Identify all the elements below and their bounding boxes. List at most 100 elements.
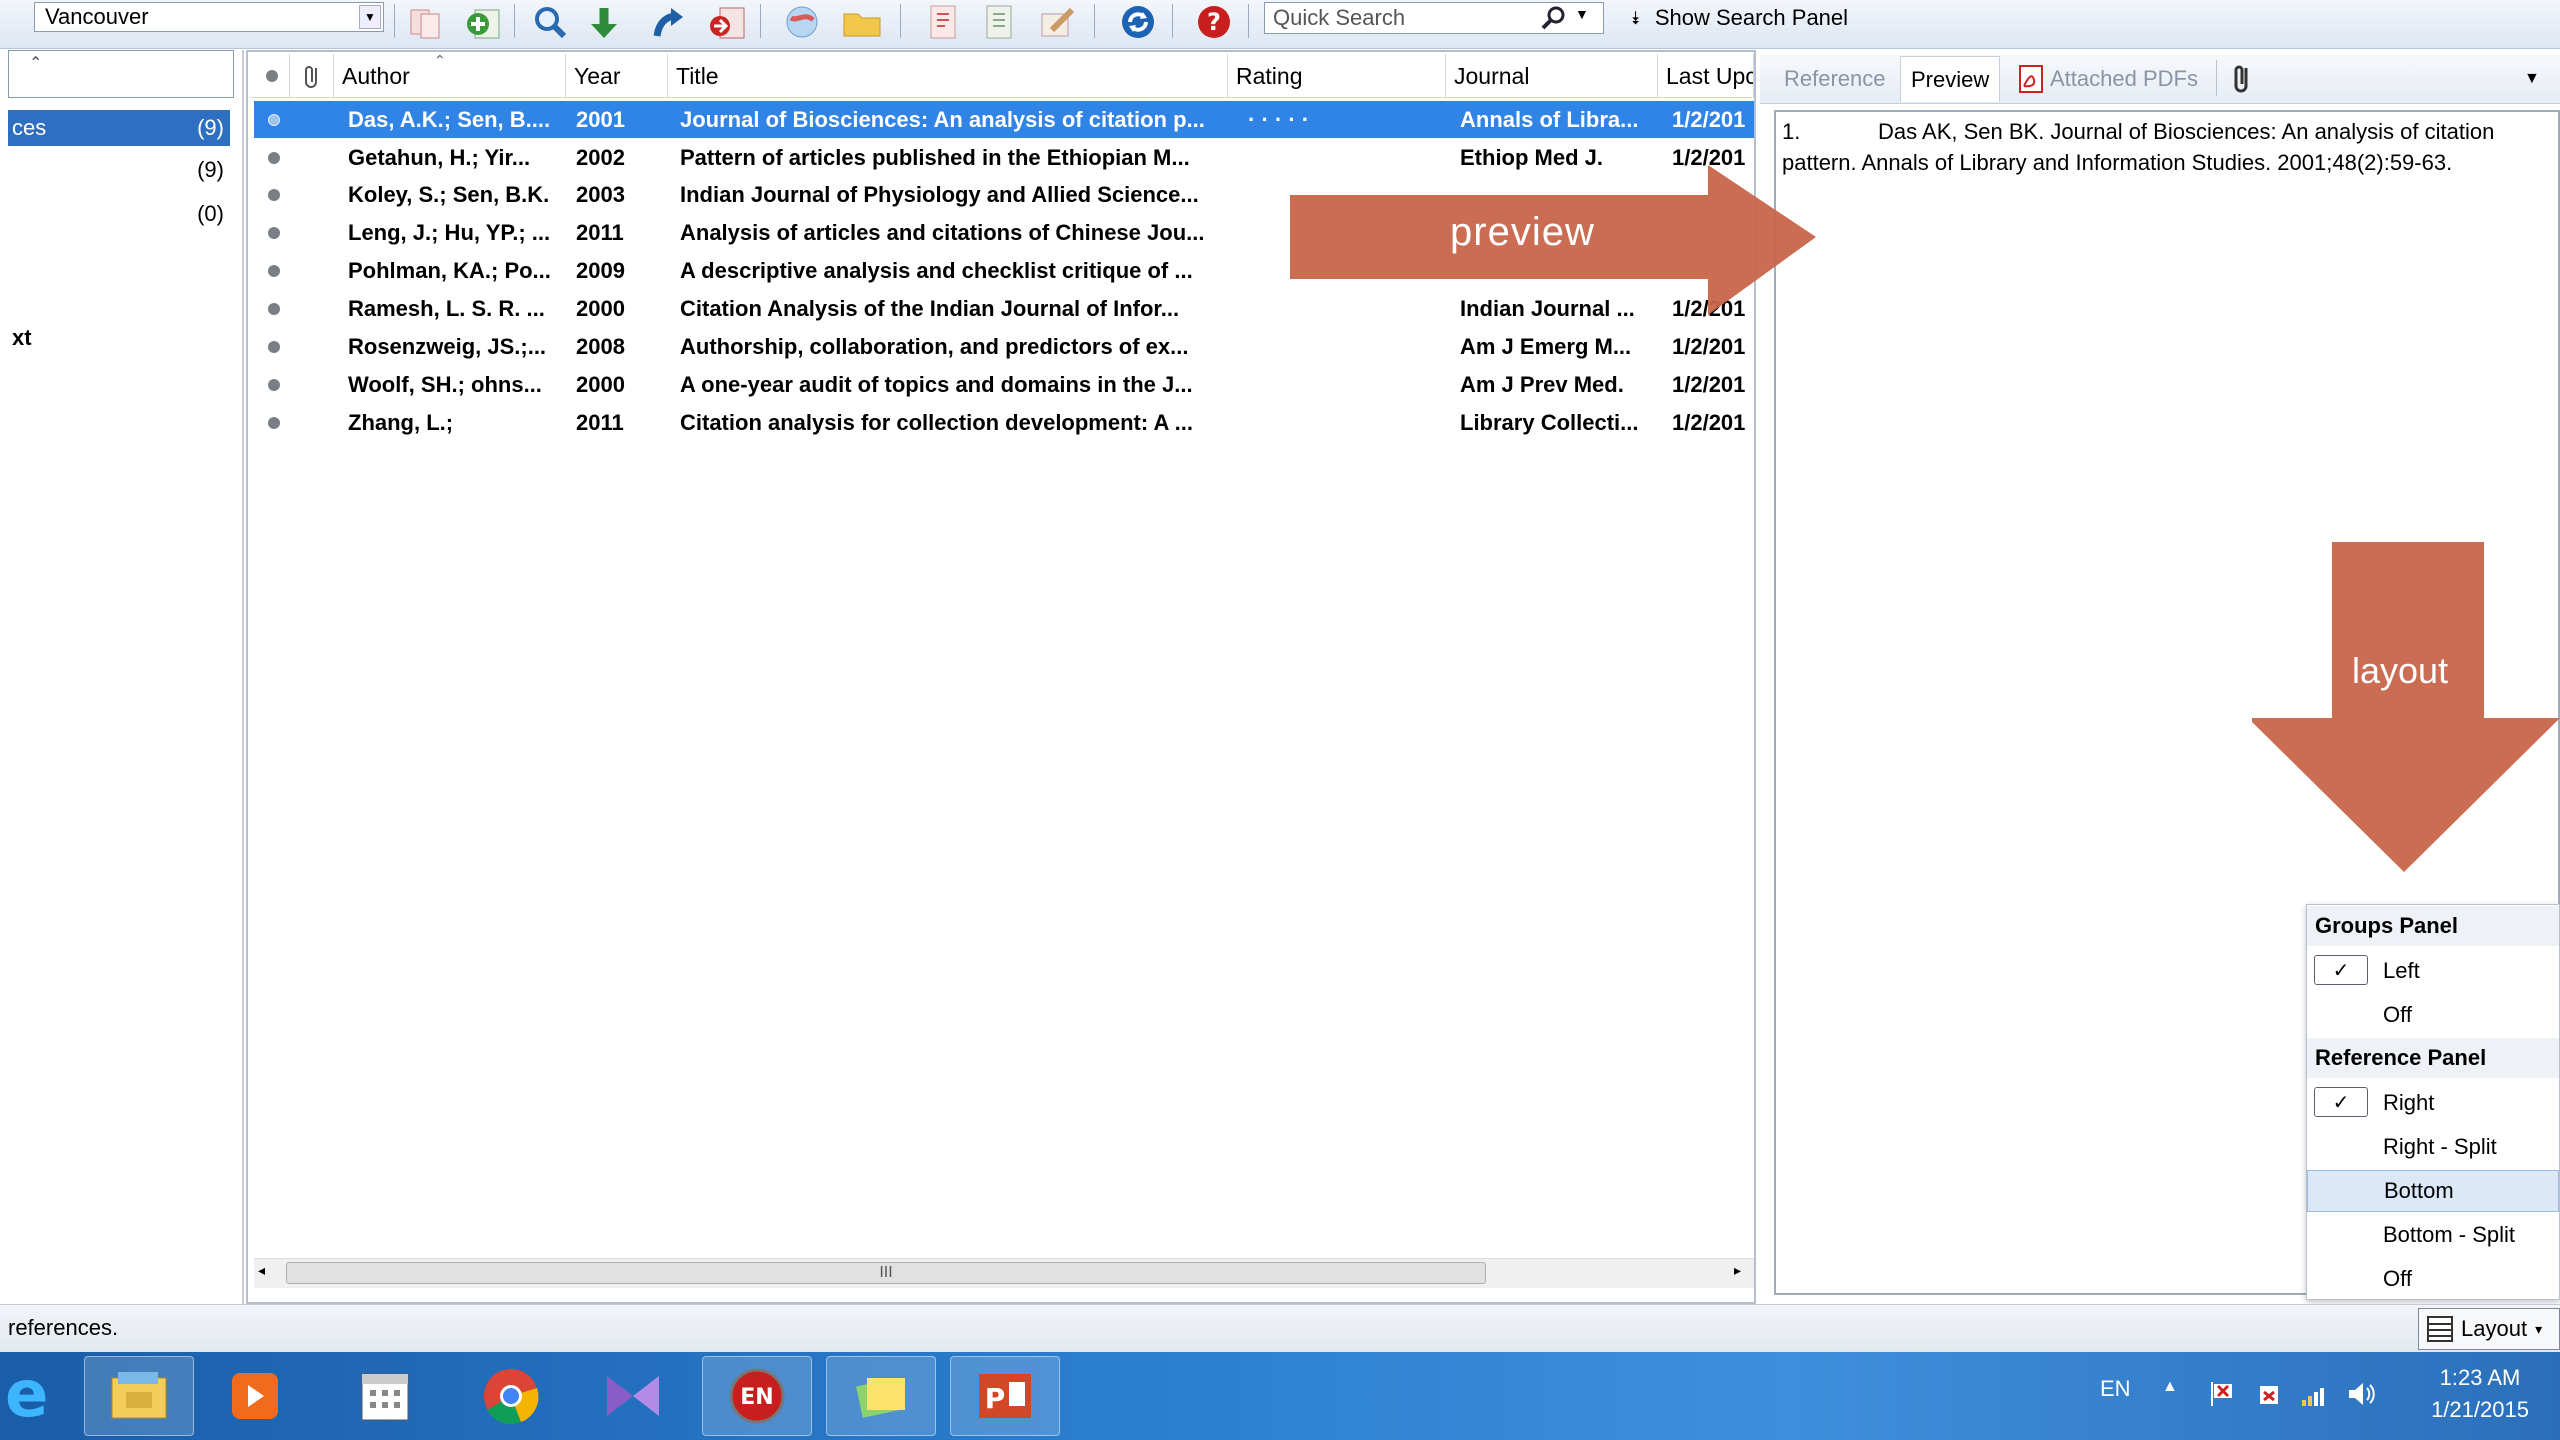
folder-icon[interactable] xyxy=(840,2,884,42)
edit-icon[interactable] xyxy=(1036,2,1080,42)
rating-cell[interactable] xyxy=(1248,404,1448,441)
preview-number: 1. xyxy=(1782,119,1801,144)
table-row[interactable]: Rosenzweig, JS.;... 2008 Authorship, col… xyxy=(254,328,1754,365)
group-trash[interactable]: (0) xyxy=(8,196,230,232)
year-cell: 2009 xyxy=(576,257,625,283)
search-icon[interactable] xyxy=(1540,4,1570,32)
scroll-right-icon[interactable]: ▸ xyxy=(1734,1262,1741,1279)
title-column-header[interactable]: Title xyxy=(668,54,1228,98)
copy-icon[interactable] xyxy=(404,2,448,42)
panel-menu-dropdown-icon[interactable]: ▼ xyxy=(2524,70,2540,88)
table-row[interactable]: Das, A.K.; Sen, B.... 2001 Journal of Bi… xyxy=(254,101,1754,138)
menu-item-reference-off[interactable]: Off xyxy=(2307,1258,2559,1300)
online-search-icon[interactable] xyxy=(528,2,572,42)
read-status-icon xyxy=(268,226,280,239)
group-unfiled[interactable]: (9) xyxy=(8,152,230,188)
layout-button-label: Layout xyxy=(2461,1316,2528,1341)
menu-groups-panel-header: Groups Panel xyxy=(2307,906,2559,946)
menu-item-groups-off[interactable]: Off xyxy=(2307,994,2559,1036)
scrollbar-thumb[interactable]: III xyxy=(286,1262,1486,1284)
attachment-column-header[interactable] xyxy=(290,54,334,98)
powerpoint-icon[interactable]: P xyxy=(950,1356,1060,1436)
paperclip-icon[interactable] xyxy=(2230,60,2254,102)
last-updated-column-header[interactable]: Last Upc xyxy=(1658,54,1754,98)
layout-button[interactable]: Layout ▾ xyxy=(2418,1308,2560,1350)
double-chevron-down-icon: ⯯ xyxy=(1630,7,1641,28)
read-status-icon xyxy=(268,378,280,391)
help-icon[interactable]: ? xyxy=(1192,2,1236,42)
export-icon[interactable] xyxy=(646,2,690,42)
table-row[interactable]: Woolf, SH.; ohns... 2000 A one-year audi… xyxy=(254,366,1754,403)
paperclip-icon xyxy=(304,66,317,88)
rating-cell[interactable] xyxy=(1248,328,1448,365)
title-column-label: Title xyxy=(676,62,719,89)
sync-icon[interactable] xyxy=(1116,2,1160,42)
title-cell: Journal of Biosciences: An analysis of c… xyxy=(680,106,1205,132)
journal-column-header[interactable]: Journal xyxy=(1446,54,1658,98)
search-options-dropdown-icon[interactable]: ▼ xyxy=(1575,6,1589,22)
menu-reference-panel-header: Reference Panel xyxy=(2307,1038,2559,1078)
sticky-notes-icon[interactable] xyxy=(826,1356,936,1436)
read-status-icon xyxy=(265,70,278,82)
menu-item-reference-bottom[interactable]: Bottom xyxy=(2307,1170,2559,1212)
read-status-column-header[interactable] xyxy=(254,54,290,98)
language-indicator[interactable]: EN xyxy=(2100,1376,2131,1402)
year-column-header[interactable]: Year xyxy=(566,54,668,98)
read-status-icon xyxy=(268,151,280,164)
tab-reference-label: Reference xyxy=(1784,66,1886,91)
network-icon[interactable] xyxy=(2300,1380,2330,1414)
action-center-flag-icon[interactable] xyxy=(2206,1378,2236,1414)
dropdown-arrow-icon[interactable]: ▼ xyxy=(359,5,381,29)
rating-cell[interactable]: · · · · · xyxy=(1248,101,1448,138)
toolbar-separator xyxy=(1172,4,1173,38)
rating-cell[interactable] xyxy=(1248,366,1448,403)
file-explorer-icon[interactable] xyxy=(84,1356,194,1436)
last-updated-cell: 1/2/201 xyxy=(1672,371,1746,397)
menu-item-reference-right[interactable]: Right xyxy=(2307,1082,2559,1124)
toolbar-separator xyxy=(900,4,901,38)
author-cell: Getahun, H.; Yir... xyxy=(348,144,531,170)
calendar-icon[interactable] xyxy=(330,1356,440,1436)
last-updated-cell: 1/2/201 xyxy=(1672,106,1746,132)
group-all-references[interactable]: ces (9) xyxy=(8,110,230,146)
author-cell: Ramesh, L. S. R. ... xyxy=(348,295,545,321)
menu-item-groups-left[interactable]: Left xyxy=(2307,950,2559,992)
rating-column-header[interactable]: Rating xyxy=(1228,54,1446,98)
power-icon[interactable] xyxy=(2254,1378,2284,1414)
table-row[interactable]: Zhang, L.; 2011 Citation analysis for co… xyxy=(254,404,1754,441)
system-clock[interactable]: 1:23 AM 1/21/2015 xyxy=(2420,1362,2540,1426)
title-cell: A descriptive analysis and checklist cri… xyxy=(680,257,1193,283)
toolbar-separator xyxy=(1248,4,1249,38)
show-search-panel-button[interactable]: ⯯ Show Search Panel xyxy=(1630,2,1848,34)
format-bibliography-icon[interactable] xyxy=(978,2,1022,42)
scroll-left-icon[interactable]: ◂ xyxy=(258,1262,265,1279)
tab-attached-pdfs[interactable]: Attached PDFs xyxy=(2006,56,2208,102)
toolbar-separator xyxy=(394,4,395,38)
group-find-full-text[interactable]: xt xyxy=(8,320,230,356)
open-pdf-icon[interactable] xyxy=(922,2,966,42)
last-updated-column-label: Last Upc xyxy=(1666,62,1754,89)
group-count: (0) xyxy=(197,201,224,226)
title-cell: A one-year audit of topics and domains i… xyxy=(680,371,1193,397)
tab-reference[interactable]: Reference xyxy=(1774,56,1896,102)
volume-icon[interactable] xyxy=(2346,1380,2376,1414)
title-cell: Citation analysis for collection develop… xyxy=(680,409,1194,435)
groups-panel-header[interactable]: ⌃ xyxy=(8,50,234,98)
import-icon[interactable] xyxy=(582,2,626,42)
media-player-icon[interactable] xyxy=(200,1356,310,1436)
show-hidden-icons-icon[interactable]: ▲ xyxy=(2162,1378,2178,1396)
insert-citation-icon[interactable] xyxy=(706,2,750,42)
tab-preview[interactable]: Preview xyxy=(1900,56,2001,102)
internet-explorer-icon[interactable]: e xyxy=(0,1356,60,1436)
author-column-header[interactable]: Author ⌃ xyxy=(334,52,566,98)
add-reference-icon[interactable] xyxy=(462,2,506,42)
endnote-icon[interactable]: EN xyxy=(702,1356,812,1436)
output-style-select[interactable]: Vancouver ▼ xyxy=(34,2,384,32)
menu-item-reference-bottom-split[interactable]: Bottom - Split xyxy=(2307,1214,2559,1256)
web-icon[interactable] xyxy=(780,2,824,42)
chrome-icon[interactable] xyxy=(456,1356,566,1436)
title-cell: Analysis of articles and citations of Ch… xyxy=(680,219,1205,245)
visual-studio-icon[interactable] xyxy=(578,1356,688,1436)
menu-item-reference-right-split[interactable]: Right - Split xyxy=(2307,1126,2559,1168)
author-cell: Pohlman, KA.; Po... xyxy=(348,257,551,283)
